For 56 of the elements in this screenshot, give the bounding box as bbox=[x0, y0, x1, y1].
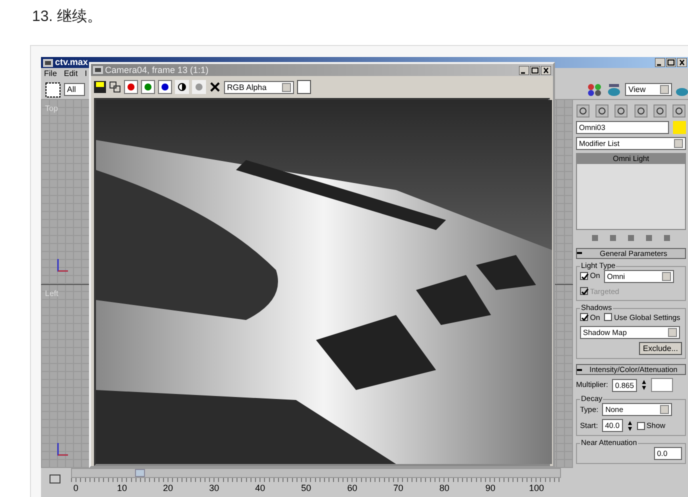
save-icon[interactable] bbox=[94, 81, 106, 93]
channel-button[interactable] bbox=[141, 80, 155, 94]
tick-label: 90 bbox=[485, 482, 496, 495]
close-icon[interactable] bbox=[541, 66, 551, 74]
maximize-icon[interactable] bbox=[530, 66, 540, 74]
tick-label: 10 bbox=[116, 482, 127, 495]
channel-button[interactable] bbox=[158, 80, 172, 94]
dot-icon bbox=[144, 83, 152, 91]
selection-filter-field[interactable]: All bbox=[64, 83, 86, 96]
tick-label: 80 bbox=[439, 482, 450, 495]
selection-region-icon[interactable] bbox=[45, 82, 61, 98]
tick-label: 100 bbox=[528, 482, 544, 495]
color-swatch[interactable] bbox=[673, 121, 686, 134]
menu-item[interactable]: File bbox=[44, 68, 57, 80]
axis-icon bbox=[55, 258, 69, 274]
color-swatch[interactable] bbox=[650, 378, 673, 392]
minimize-icon[interactable] bbox=[655, 58, 665, 67]
time-slider-track[interactable] bbox=[71, 468, 561, 478]
axis-icon bbox=[55, 442, 69, 458]
minus-icon[interactable] bbox=[577, 368, 582, 370]
channel-dropdown[interactable]: RGB Alpha bbox=[224, 80, 294, 94]
channel-button[interactable] bbox=[124, 80, 138, 94]
tick-label: 40 bbox=[255, 482, 266, 495]
tick-label: 20 bbox=[163, 482, 174, 495]
maximize-icon[interactable] bbox=[666, 58, 676, 67]
color-swatch[interactable] bbox=[297, 80, 311, 94]
dot-icon bbox=[161, 83, 169, 91]
minimize-icon[interactable] bbox=[519, 66, 529, 74]
dot-icon bbox=[195, 83, 203, 91]
step-heading: 13. 继续。 bbox=[31, 7, 104, 27]
tick-label: 50 bbox=[301, 482, 312, 495]
tick-label: 70 bbox=[393, 482, 404, 495]
view-dropdown[interactable]: View bbox=[625, 83, 672, 96]
dot-icon bbox=[127, 83, 135, 91]
tick-label: 30 bbox=[209, 482, 220, 495]
half-circle-icon bbox=[178, 83, 186, 91]
spheres-icon[interactable] bbox=[587, 82, 604, 96]
show-checkbox[interactable] bbox=[636, 422, 645, 430]
close-icon[interactable] bbox=[677, 58, 687, 67]
menu-item[interactable]: Edit bbox=[64, 68, 78, 80]
exclude-button[interactable]: Exclude... bbox=[638, 342, 682, 355]
light-on-checkbox[interactable] bbox=[580, 272, 588, 280]
copy-icon[interactable] bbox=[109, 81, 121, 93]
spinner-icon[interactable] bbox=[640, 379, 647, 391]
app-icon bbox=[93, 66, 103, 74]
window-title: ctv.max bbox=[55, 57, 88, 68]
menu-item[interactable]: I bbox=[84, 68, 87, 80]
clear-icon[interactable] bbox=[209, 81, 221, 93]
spinner-icon[interactable] bbox=[626, 420, 633, 432]
render-window-title: Camera04, frame 13 (1:1) bbox=[105, 64, 209, 76]
shadows-on-checkbox[interactable] bbox=[580, 313, 588, 322]
tick-label: 0 bbox=[73, 482, 78, 495]
time-slider-thumb[interactable] bbox=[135, 469, 146, 477]
tick-label: 60 bbox=[347, 482, 358, 495]
monochrome-button[interactable] bbox=[175, 80, 189, 94]
use-global-checkbox[interactable] bbox=[604, 313, 612, 322]
